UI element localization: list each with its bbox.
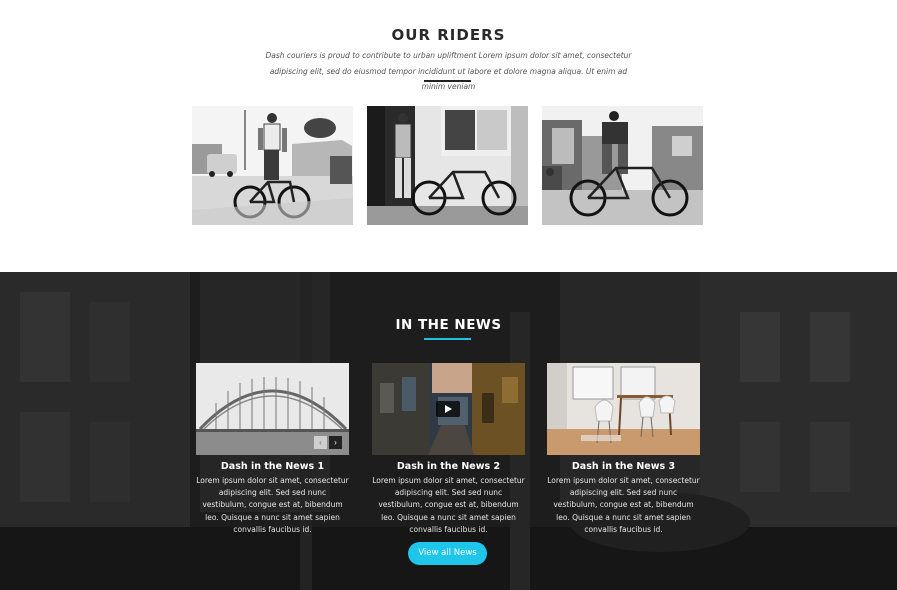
carousel-next-button[interactable]: › <box>329 436 342 449</box>
riders-title: OUR RIDERS <box>391 26 506 44</box>
news-card-3-title[interactable]: Dash in the News 3 <box>547 461 700 472</box>
news-card-3-text: Lorem ipsum dolor sit amet, consectetur … <box>547 476 700 534</box>
news-card-1-image: ‹ › <box>196 363 349 455</box>
news-divider <box>424 338 471 340</box>
view-all-news-button[interactable]: View all News <box>408 542 487 565</box>
chevron-left-icon: ‹ <box>319 438 322 447</box>
news-card-1-text: Lorem ipsum dolor sit amet, consectetur … <box>196 476 349 534</box>
chevron-right-icon: › <box>334 438 337 447</box>
news-card-2-title[interactable]: Dash in the News 2 <box>372 461 525 472</box>
news-card-1: ‹ › Dash in the News 1 Lorem ipsum dolor… <box>196 363 349 536</box>
news-title: IN THE NEWS <box>395 317 502 333</box>
rider-photo-1 <box>192 106 353 225</box>
riders-section: OUR RIDERS Dash couriers is proud to con… <box>0 0 897 272</box>
news-card-3-image <box>547 363 700 455</box>
carousel-prev-button[interactable]: ‹ <box>314 436 327 449</box>
news-card-2-text: Lorem ipsum dolor sit amet, consectetur … <box>372 476 525 534</box>
news-card-3: Dash in the News 3 Lorem ipsum dolor sit… <box>547 363 700 536</box>
news-card-2-video[interactable] <box>372 363 525 455</box>
riders-intro: Dash couriers is proud to contribute to … <box>265 51 632 91</box>
video-play-button[interactable] <box>436 401 460 417</box>
news-section: IN THE NEWS ‹ › Dash in the News 1 Lorem… <box>0 272 897 590</box>
rider-photo-3 <box>542 106 703 225</box>
riders-divider <box>424 80 471 82</box>
rider-photo-2 <box>367 106 528 225</box>
news-card-2: Dash in the News 2 Lorem ipsum dolor sit… <box>372 363 525 536</box>
news-card-1-title[interactable]: Dash in the News 1 <box>196 461 349 472</box>
